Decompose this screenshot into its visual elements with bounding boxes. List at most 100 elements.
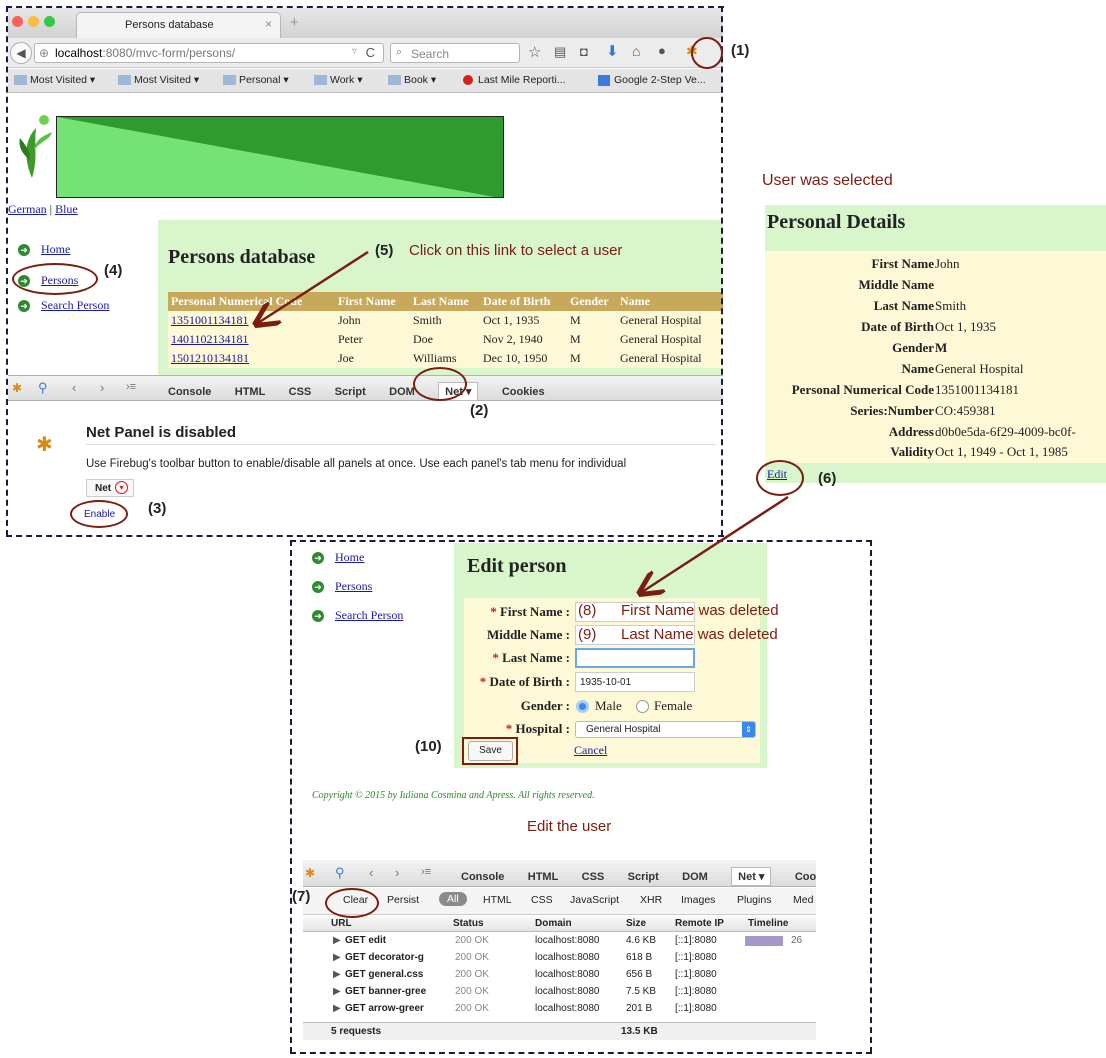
bookmark-most-visited[interactable]: Most Visited ▾ <box>14 74 95 86</box>
search-field[interactable]: ⌕ Search <box>390 43 520 63</box>
tab-cookies[interactable]: Cookie <box>795 871 816 883</box>
back-icon[interactable]: ‹ <box>72 380 76 395</box>
lang-german-link[interactable]: German <box>8 202 47 216</box>
chat-icon[interactable]: ● <box>658 43 666 58</box>
tab-html[interactable]: HTML <box>235 386 266 398</box>
reload-icon[interactable]: C <box>366 45 375 60</box>
person-code-link[interactable]: 1351001134181 <box>171 313 249 327</box>
nav-item-search-person[interactable]: ➜ Search Person <box>18 298 109 313</box>
nav-item-home[interactable]: ➜ Home <box>312 550 364 565</box>
filter-plugins-button[interactable]: Plugins <box>737 894 771 906</box>
expand-icon[interactable]: ▶ <box>333 935 341 946</box>
bookmark-work[interactable]: Work ▾ <box>314 74 363 86</box>
filter-images-button[interactable]: Images <box>681 894 715 906</box>
nav-home-link[interactable]: Home <box>41 242 70 256</box>
bookmark-star-icon[interactable]: ☆ <box>528 43 541 61</box>
column-header-url[interactable]: URL <box>331 918 352 929</box>
column-header-remote-ip[interactable]: Remote IP <box>675 918 724 929</box>
column-header-status[interactable]: Status <box>453 918 484 929</box>
net-request-row[interactable]: ▶ GET general.css 200 OK localhost:8080 … <box>303 967 816 982</box>
bookmark-google-2step[interactable]: Google 2-Step Ve... <box>598 74 706 86</box>
nav-item-persons[interactable]: ➜ Persons <box>312 579 372 594</box>
tab-bar: Persons database × + <box>8 8 723 38</box>
bookmark-last-mile[interactable]: Last Mile Reporti... <box>463 74 566 86</box>
person-code-link[interactable]: 1401102134181 <box>171 332 249 346</box>
filter-css-button[interactable]: CSS <box>531 894 553 906</box>
hospital-select[interactable]: General Hospital ⇕ <box>575 721 756 738</box>
filter-xhr-button[interactable]: XHR <box>640 894 662 906</box>
dob-input[interactable]: 1935-10-01 <box>575 672 695 692</box>
filter-html-button[interactable]: HTML <box>483 894 512 906</box>
expand-icon[interactable]: ▶ <box>333 1003 341 1014</box>
arrow-right-icon: ➜ <box>18 300 30 312</box>
inspect-icon[interactable]: ⚲ <box>38 380 48 396</box>
expand-icon[interactable]: ▶ <box>333 952 341 963</box>
bookmark-personal[interactable]: Personal ▾ <box>223 74 289 86</box>
tab-console[interactable]: Console <box>461 871 504 883</box>
nav-persons-link[interactable]: Persons <box>335 579 372 593</box>
net-request-row[interactable]: ▶ GET decorator-g 200 OK localhost:8080 … <box>303 950 816 965</box>
tab-dom[interactable]: DOM <box>682 871 708 883</box>
pocket-icon[interactable]: ◘ <box>580 44 588 59</box>
site-info-icon[interactable]: ⊕ <box>39 46 49 60</box>
reading-list-icon[interactable]: ▤ <box>554 44 566 60</box>
back-icon[interactable]: ◀ <box>10 42 32 64</box>
net-request-row[interactable]: ▶ GET edit 200 OK localhost:8080 4.6 KB … <box>303 933 816 948</box>
net-request-row[interactable]: ▶ GET banner-gree 200 OK localhost:8080 … <box>303 984 816 999</box>
minimize-window-icon[interactable] <box>28 16 39 27</box>
zoom-window-icon[interactable] <box>44 16 55 27</box>
net-request-row[interactable]: ▶ GET arrow-greer 200 OK localhost:8080 … <box>303 1001 816 1016</box>
new-tab-icon[interactable]: + <box>290 14 299 31</box>
dropdown-arrow-icon[interactable]: ▾ <box>115 481 128 494</box>
male-radio[interactable] <box>576 700 589 713</box>
tab-script[interactable]: Script <box>628 871 659 883</box>
url-bar[interactable]: ⊕ localhost:8080/mvc-form/persons/ ▿ C <box>34 43 384 63</box>
tab-dom[interactable]: DOM <box>389 386 415 398</box>
firebug-net-panel: ✱ ⚲ ‹ › ›≡ Console HTML CSS Script DOM N… <box>303 860 816 1048</box>
download-icon[interactable]: ⬇ <box>606 42 619 60</box>
expand-icon[interactable]: ▶ <box>333 969 341 980</box>
tab-persons-database[interactable]: Persons database × <box>76 12 281 38</box>
command-line-icon[interactable]: ›≡ <box>126 381 136 393</box>
nav-home-link[interactable]: Home <box>335 550 364 564</box>
net-menu-button[interactable]: Net ▾ <box>86 479 134 497</box>
firebug-icon[interactable]: ✱ <box>305 866 315 880</box>
last-name-input[interactable] <box>575 648 695 668</box>
theme-blue-link[interactable]: Blue <box>55 202 78 216</box>
tab-console[interactable]: Console <box>168 386 211 398</box>
cancel-link[interactable]: Cancel <box>574 743 607 758</box>
nav-search-person-link[interactable]: Search Person <box>335 608 403 622</box>
bookmark-book[interactable]: Book ▾ <box>388 74 436 86</box>
column-header-domain[interactable]: Domain <box>535 918 572 929</box>
forward-icon[interactable]: › <box>395 865 399 880</box>
tab-html[interactable]: HTML <box>528 871 559 883</box>
persist-button[interactable]: Persist <box>387 894 419 906</box>
column-header-timeline[interactable]: Timeline <box>748 918 788 929</box>
nav-item-home[interactable]: ➜ Home <box>18 242 70 257</box>
female-radio[interactable] <box>636 700 649 713</box>
tab-css[interactable]: CSS <box>582 871 605 883</box>
bookmark-most-visited-2[interactable]: Most Visited ▾ <box>118 74 199 86</box>
home-icon[interactable]: ⌂ <box>632 43 640 59</box>
firebug-icon[interactable]: ✱ <box>12 381 22 395</box>
filter-all-button[interactable]: All <box>439 892 467 906</box>
tab-css[interactable]: CSS <box>289 386 312 398</box>
back-icon[interactable]: ‹ <box>369 865 373 880</box>
tab-net[interactable]: Net ▾ <box>731 867 772 886</box>
person-code-link[interactable]: 1501210134181 <box>171 351 249 365</box>
filter-media-button[interactable]: Med <box>793 894 813 906</box>
tab-cookies[interactable]: Cookies <box>502 386 545 398</box>
filter-javascript-button[interactable]: JavaScript <box>570 894 619 906</box>
nav-search-person-link[interactable]: Search Person <box>41 298 109 312</box>
expand-icon[interactable]: ▶ <box>333 986 341 997</box>
dropdown-arrow-icon[interactable]: ▿ <box>352 46 357 57</box>
nav-item-search-person[interactable]: ➜ Search Person <box>312 608 403 623</box>
inspect-icon[interactable]: ⚲ <box>335 865 345 881</box>
close-tab-icon[interactable]: × <box>265 17 272 31</box>
detail-row: Last Name Smith <box>765 298 1106 318</box>
close-window-icon[interactable] <box>12 16 23 27</box>
forward-icon[interactable]: › <box>100 380 104 395</box>
tab-script[interactable]: Script <box>335 386 366 398</box>
command-line-icon[interactable]: ›≡ <box>421 866 431 878</box>
column-header-size[interactable]: Size <box>626 918 646 929</box>
